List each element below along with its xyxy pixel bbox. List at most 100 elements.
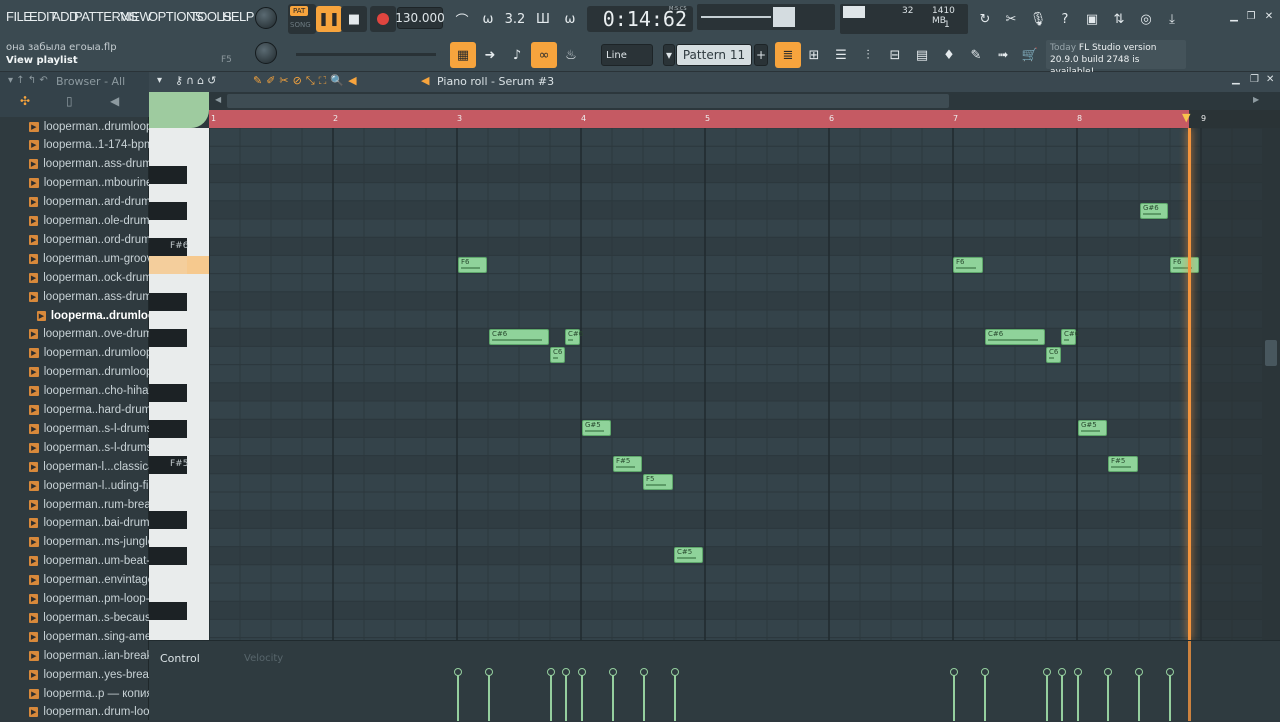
browser-item[interactable]: ▶ looperman..ock-drums <box>0 268 149 287</box>
chat-icon[interactable]: ◎ <box>1133 6 1159 32</box>
stop-button[interactable]: ■ <box>341 6 367 32</box>
link-icon[interactable]: ∞ <box>531 42 557 68</box>
browser-item[interactable]: ▶ looperman..mbourine <box>0 174 149 193</box>
vertical-scrollbar[interactable] <box>1262 128 1280 640</box>
velocity-stem[interactable] <box>1058 668 1066 721</box>
black-key[interactable] <box>149 420 187 438</box>
render-icon[interactable]: ⇅ <box>1106 6 1132 32</box>
browser-item[interactable]: ▶ looperman..um-groove <box>0 249 149 268</box>
piano-roll-icon[interactable]: ▦ <box>450 42 476 68</box>
piano-roll-tools[interactable]: ⚷∩⌂↺ <box>175 74 219 87</box>
news-panel[interactable]: Today FL Studio version 20.9.0 build 274… <box>1046 40 1186 77</box>
browser-item[interactable]: ▶ looperman..um-beat-1 <box>0 552 149 571</box>
black-key[interactable] <box>149 384 187 402</box>
browser-item[interactable]: ▶ looperman..ass-drums <box>0 155 149 174</box>
note[interactable]: G#6 <box>1140 203 1168 219</box>
playback-marker-icon[interactable]: ▼ <box>1182 111 1190 124</box>
browser-speaker-icon[interactable]: ◀ <box>110 94 119 108</box>
browser-item[interactable]: ▶ looperman..ms-jungle <box>0 533 149 552</box>
velocity-stem[interactable] <box>454 668 462 721</box>
velocity-stem[interactable] <box>485 668 493 721</box>
velocity-stem[interactable] <box>1043 668 1051 721</box>
browser-icon[interactable]: ▤ <box>909 42 935 68</box>
browser-nav-icons[interactable]: ▾ ↑ ↰ ↶ <box>8 75 48 86</box>
add-pattern-button[interactable]: + <box>754 44 768 66</box>
browser-item[interactable]: ▶ looperman..drum-loop <box>0 703 149 722</box>
black-key[interactable] <box>149 293 187 311</box>
note[interactable]: F5 <box>643 474 673 490</box>
vertical-scroll-thumb[interactable] <box>1265 340 1277 366</box>
browser-item[interactable]: ▶ looperman..drumloop <box>0 117 149 136</box>
menu-file[interactable]: FILE <box>6 9 32 24</box>
window-close-icon[interactable]: ✕ <box>1266 74 1274 85</box>
save-icon[interactable]: ▣ <box>1079 6 1105 32</box>
browser-item[interactable]: ▶ looperman..cho-hihat <box>0 382 149 401</box>
stepseq-icon[interactable]: ⊞ <box>801 42 827 68</box>
note[interactable]: C#6 <box>565 329 583 345</box>
download-icon[interactable]: ⤓ <box>1159 6 1185 32</box>
export-icon[interactable]: ➟ <box>990 42 1016 68</box>
note[interactable]: C#5 <box>674 547 703 563</box>
velocity-stem[interactable] <box>1166 668 1174 721</box>
channel-arrow-icon[interactable]: ◀ <box>421 74 429 87</box>
timeline-ruler[interactable]: ▼ 1 2 3 4 5 6 7 8 9 <box>209 110 1280 128</box>
tools-icon[interactable]: ✎ <box>963 42 989 68</box>
browser-item[interactable]: ▶ looperman..drumloop <box>0 363 149 382</box>
browser-file-icon[interactable]: ▯ <box>66 94 73 108</box>
pattern-selector[interactable]: Pattern 11 <box>676 44 752 66</box>
velocity-stem[interactable] <box>640 668 648 721</box>
step-edit-icon[interactable]: Ш <box>530 6 556 32</box>
black-key[interactable] <box>149 166 187 184</box>
browser-item[interactable]: ▶ looperman..drumloop <box>0 344 149 363</box>
metronome-snap-icon[interactable]: ♨ <box>558 42 584 68</box>
mixer-icon[interactable]: ⫶ <box>855 42 881 68</box>
browser-item[interactable]: ▶ looperman..s-because <box>0 608 149 627</box>
event-control-lane[interactable]: Control Velocity <box>149 640 1280 721</box>
pause-button[interactable]: ❚❚ <box>316 6 342 32</box>
pat-song-toggle[interactable]: PAT SONG <box>288 4 316 34</box>
note[interactable]: F#5 <box>1108 456 1138 472</box>
velocity-stem[interactable] <box>609 668 617 721</box>
browser-item[interactable]: ▶ looperman..rum-break <box>0 495 149 514</box>
record-button[interactable] <box>370 6 396 32</box>
microphone-icon[interactable]: 🎙 <box>1025 6 1051 32</box>
black-key[interactable] <box>149 602 187 620</box>
velocity-stem[interactable] <box>950 668 958 721</box>
help-icon[interactable]: ? <box>1052 6 1078 32</box>
velocity-stem[interactable] <box>1135 668 1143 721</box>
pitch-slider[interactable] <box>296 53 436 56</box>
typing-keyboard-icon[interactable]: ♪ <box>504 42 530 68</box>
menu-help[interactable]: HELP <box>222 9 254 24</box>
browser-item[interactable]: ▶ looperman-l..uding-fill <box>0 476 149 495</box>
scroll-left-icon[interactable]: ◀ <box>215 95 221 104</box>
browser-item[interactable]: ▶ looperman..pm-loop-2 <box>0 590 149 609</box>
master-pitch-knob[interactable] <box>255 42 277 64</box>
playlist-arrow-icon[interactable]: ➜ <box>477 42 503 68</box>
pattern-dropdown-arrow[interactable]: ▾ <box>663 44 675 66</box>
playhead[interactable] <box>1188 128 1191 640</box>
pattern-overview[interactable]: ◀ ▶ <box>149 92 1280 110</box>
black-key[interactable] <box>149 202 187 220</box>
note[interactable]: F6 <box>458 257 487 273</box>
browser-item[interactable]: ▶ looperman..envintage <box>0 571 149 590</box>
browser-item[interactable]: ▶ looperman..s-l-drums <box>0 438 149 457</box>
browser-add-icon[interactable]: ✣ <box>20 94 30 108</box>
black-key[interactable] <box>149 511 187 529</box>
close-icon[interactable]: ✕ <box>1261 8 1277 24</box>
plugin-icon[interactable]: ♦ <box>936 42 962 68</box>
browser-item[interactable]: ▶ looperman..bai-drums <box>0 514 149 533</box>
note[interactable]: C#6 <box>489 329 549 345</box>
zoom-corner[interactable] <box>149 92 209 128</box>
velocity-stem[interactable] <box>981 668 989 721</box>
countdown-icon[interactable]: 3.2 <box>502 6 528 32</box>
restore-icon[interactable]: ❐ <box>1243 8 1259 24</box>
browser-item[interactable]: ▶ looperman..s-l-drums <box>0 419 149 438</box>
velocity-stem[interactable] <box>1104 668 1112 721</box>
metronome-icon[interactable]: ⌒ <box>449 6 475 32</box>
velocity-stem[interactable] <box>671 668 679 721</box>
note[interactable]: C6 <box>550 347 565 363</box>
browser-item[interactable]: ▶ looperman..ass-drums <box>0 287 149 306</box>
snap-select[interactable]: Line <box>601 44 653 66</box>
control-label[interactable]: Control <box>160 652 200 665</box>
undo-history-icon[interactable]: ↻ <box>972 6 998 32</box>
